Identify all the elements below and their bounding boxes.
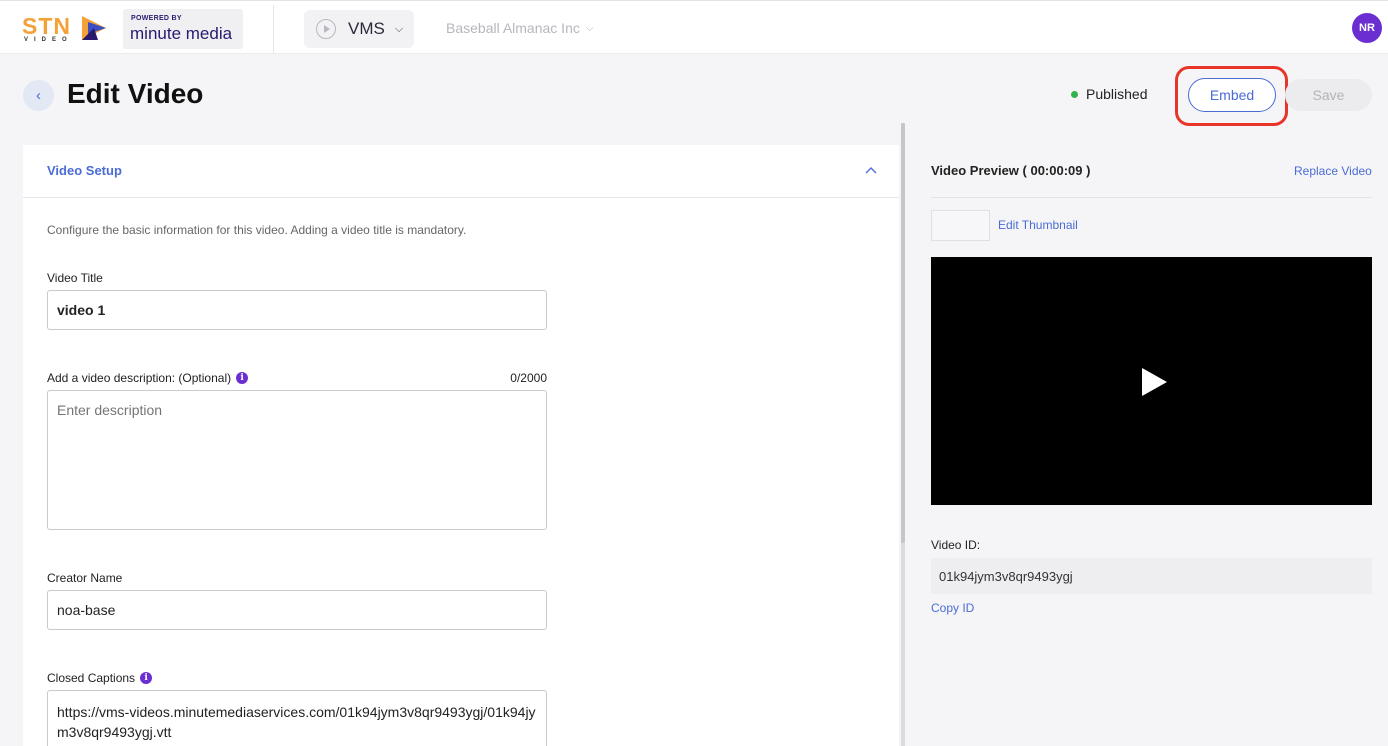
video-title-label: Video Title [47, 271, 103, 285]
stn-logo[interactable]: STN VIDEO [22, 13, 110, 43]
brand-name: minute media [130, 24, 233, 43]
creator-name-label: Creator Name [47, 571, 123, 585]
description-counter: 0/2000 [510, 371, 547, 385]
powered-by-label: POWERED BY [131, 15, 182, 22]
stn-logo-mark-icon [82, 16, 106, 40]
thumbnail-preview[interactable] [931, 210, 990, 241]
description-label: Add a video description: (Optional) [47, 371, 232, 385]
edit-thumbnail-link[interactable]: Edit Thumbnail [998, 218, 1078, 232]
info-icon[interactable]: i [140, 672, 153, 684]
replace-video-link[interactable]: Replace Video [1294, 164, 1372, 178]
user-avatar[interactable]: NR [1352, 13, 1382, 43]
page-title: Edit Video [67, 78, 204, 109]
chevron-left-icon: ‹ [36, 87, 41, 104]
divider [931, 197, 1372, 198]
section-title: Video Setup [47, 163, 122, 178]
top-divider [273, 5, 274, 53]
status-dot-icon [1071, 90, 1078, 98]
description-label-row: Add a video description: (Optional) i [47, 371, 249, 385]
stn-logo-text: STN [22, 13, 71, 39]
scrollbar-thumb[interactable] [901, 123, 905, 543]
app-selector[interactable]: VMS ⌵ [304, 10, 414, 48]
minute-media-badge: POWERED BY minute media [123, 9, 243, 49]
play-circle-icon [316, 19, 336, 39]
save-button[interactable]: Save [1285, 79, 1372, 111]
back-button[interactable]: ‹ [23, 80, 54, 111]
captions-label: Closed Captions [47, 671, 136, 685]
org-selector-label: Baseball Almanac Inc [446, 20, 580, 36]
play-icon[interactable] [1142, 368, 1167, 396]
video-setup-card: Video Setup Configure the basic informat… [23, 145, 899, 746]
section-intro: Configure the basic information for this… [47, 223, 467, 237]
video-setup-header[interactable]: Video Setup [23, 145, 899, 198]
embed-button[interactable]: Embed [1188, 78, 1276, 112]
app-selector-label: VMS [348, 19, 385, 38]
chevron-up-icon[interactable] [865, 165, 877, 177]
creator-name-input[interactable] [47, 590, 547, 630]
video-id-label: Video ID: [931, 538, 981, 552]
chevron-down-icon: ⌵ [585, 22, 594, 34]
top-bar: STN VIDEO POWERED BY minute media VMS ⌵ … [0, 0, 1388, 54]
stn-logo-subtext: VIDEO [24, 37, 73, 43]
captions-url-field[interactable]: https://vms-videos.minutemediaservices.c… [47, 690, 547, 746]
info-icon[interactable]: i [236, 372, 249, 384]
captions-label-row: Closed Captions i [47, 671, 153, 685]
status-badge: Published [1071, 86, 1148, 102]
org-selector[interactable]: Baseball Almanac Inc ⌵ [446, 20, 593, 36]
video-player[interactable] [931, 257, 1372, 505]
description-textarea[interactable] [47, 390, 547, 530]
video-id-value: 01k94jym3v8qr9493ygj [931, 558, 1372, 594]
chevron-down-icon: ⌵ [394, 22, 404, 35]
video-preview-title: Video Preview ( 00:00:09 ) [931, 163, 1091, 178]
copy-id-link[interactable]: Copy ID [931, 601, 974, 615]
status-label: Published [1086, 86, 1148, 102]
video-title-input[interactable] [47, 290, 547, 330]
